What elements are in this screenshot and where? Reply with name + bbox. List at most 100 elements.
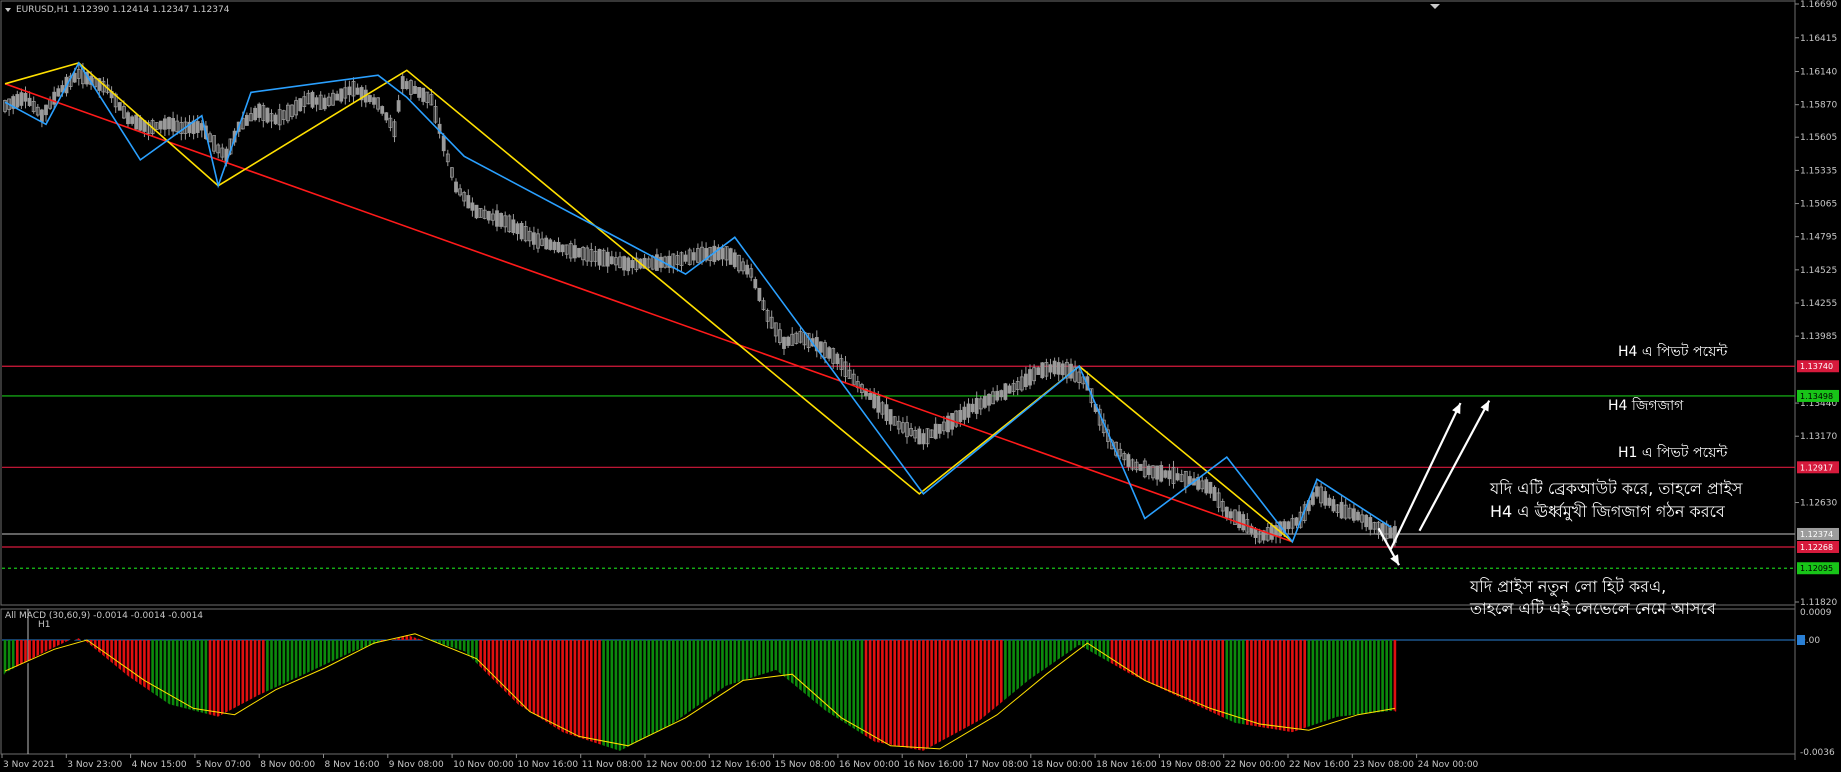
annotation-h4-pivot: H4 এ পিভট পয়েন্ট <box>1618 343 1728 360</box>
time-tick-label: 23 Nov 08:00 <box>1353 760 1414 770</box>
candle-body <box>158 120 163 130</box>
candle-body <box>355 87 360 95</box>
candle-body <box>605 251 610 267</box>
red-trendline[interactable] <box>4 83 1293 543</box>
candle-body <box>937 423 942 434</box>
candle-body <box>683 254 688 262</box>
candle-body <box>499 212 504 227</box>
chart-canvas[interactable]: EURUSD,H1 1.12390 1.12414 1.12347 1.1237… <box>0 0 1841 772</box>
candle-body <box>1241 514 1246 531</box>
time-tick-label: 10 Nov 00:00 <box>453 760 514 770</box>
candle-body <box>413 86 417 94</box>
candle-body <box>782 336 786 349</box>
candle-body <box>474 204 479 219</box>
candle-body <box>1060 363 1065 376</box>
candle-body <box>630 260 635 269</box>
macd-zero-tag <box>1797 635 1805 645</box>
candle-body <box>117 102 122 111</box>
candle-body <box>310 91 315 108</box>
candle-body <box>573 245 577 259</box>
level-price-label: 1.12268 <box>1800 543 1833 552</box>
candle-body <box>732 252 737 268</box>
candle-body <box>1204 479 1209 494</box>
candle-body <box>27 97 32 106</box>
candle-body <box>872 392 877 409</box>
dropdown-triangle-icon[interactable] <box>5 8 11 12</box>
arrow-line[interactable] <box>1389 402 1462 550</box>
time-tick-label: 3 Nov 2021 <box>3 760 55 770</box>
candle-body <box>1229 511 1233 519</box>
candle-body <box>999 390 1004 398</box>
candle-body <box>1052 360 1057 375</box>
candle-body <box>1147 465 1151 476</box>
price-tick-label: 1.15335 <box>1800 166 1837 176</box>
candle-body <box>454 181 458 193</box>
candle-body <box>372 97 376 105</box>
candle-body <box>1368 517 1373 530</box>
candle-body <box>417 86 422 98</box>
price-tick-label: 1.14525 <box>1800 266 1837 276</box>
candle-body <box>1208 481 1213 494</box>
candle-body <box>1294 517 1299 526</box>
price-tick-label: 1.14255 <box>1800 299 1837 309</box>
candle-body <box>1040 362 1045 379</box>
candle-body <box>819 341 823 353</box>
candle-body <box>745 264 749 275</box>
candle-body <box>1036 367 1041 375</box>
candle-body <box>1315 486 1319 497</box>
trend-objects[interactable] <box>4 61 1491 566</box>
candle-body <box>995 390 1000 401</box>
candle-body <box>1048 364 1053 373</box>
candle-body <box>1175 473 1180 481</box>
candle-body <box>1270 524 1274 540</box>
candle-body <box>1286 521 1291 530</box>
time-tick-label: 19 Nov 08:00 <box>1160 760 1221 770</box>
price-tick-label: 1.13170 <box>1800 432 1837 442</box>
candle-body <box>753 279 758 289</box>
macd-tick-label: 0.0009 <box>1800 608 1832 618</box>
candle-body <box>244 114 249 126</box>
candle-body <box>421 87 426 102</box>
candle-body <box>322 97 327 110</box>
candle-body <box>130 116 135 124</box>
candle-body <box>532 232 536 245</box>
shift-marker-icon[interactable] <box>1430 4 1440 9</box>
candle-body <box>171 118 176 132</box>
candle-body <box>298 98 303 112</box>
time-tick-label: 22 Nov 16:00 <box>1289 760 1350 770</box>
level-price-label: 1.12095 <box>1800 564 1833 573</box>
time-axis: 3 Nov 2021 3 Nov 23:00 4 Nov 15:00 5 Nov 07… <box>1 754 1479 770</box>
candle-body <box>400 76 405 90</box>
candle-body <box>1212 486 1217 501</box>
candle-body <box>1126 454 1131 467</box>
candle-body <box>396 100 401 112</box>
candle-body <box>1352 508 1356 521</box>
candle-body <box>1024 373 1028 388</box>
candle-body <box>347 86 352 96</box>
level-price-label: 1.12374 <box>1800 530 1833 539</box>
time-tick-label: 8 Nov 16:00 <box>325 760 380 770</box>
time-tick-label: 15 Nov 08:00 <box>775 760 836 770</box>
candle-body <box>134 114 139 130</box>
macd-header: All MACD (30,60,9) -0.0014 -0.0014 -0.00… <box>5 611 203 621</box>
time-tick-label: 3 Nov 23:00 <box>67 760 122 770</box>
candle-body <box>56 88 61 97</box>
candle-body <box>786 336 790 346</box>
candle-body <box>728 248 733 265</box>
macd-panel <box>3 632 1397 754</box>
annotation-breakout-line2: H4 এ ঊর্ধ্বমুখী জিগজাগ গঠন করবে <box>1490 502 1726 521</box>
candle-body <box>15 94 20 108</box>
time-tick-label: 12 Nov 00:00 <box>646 760 707 770</box>
time-tick-label: 22 Nov 00:00 <box>1225 760 1286 770</box>
candle-body <box>966 403 971 418</box>
candle-body <box>314 97 319 105</box>
candle-body <box>23 93 28 102</box>
candle-body <box>126 112 130 125</box>
candle-body <box>1323 491 1328 506</box>
h1-zigzag-line[interactable] <box>4 61 1392 544</box>
candle-body <box>44 104 48 116</box>
candle-body <box>404 81 409 90</box>
candle-body <box>577 247 581 258</box>
candle-body <box>1163 470 1168 478</box>
macd-tick-label: -0.0036 <box>1800 748 1835 758</box>
